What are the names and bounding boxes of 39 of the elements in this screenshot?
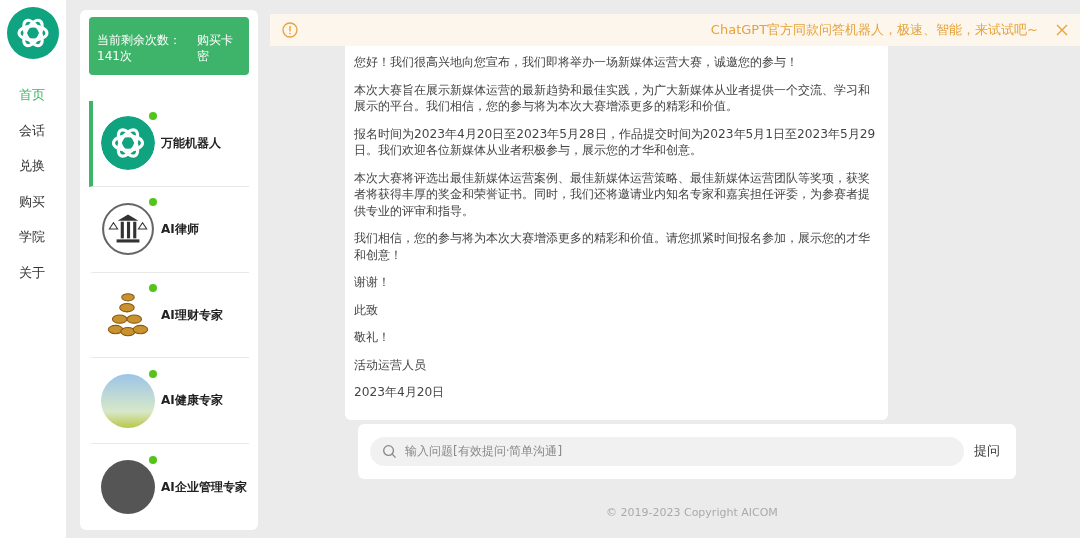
- bot-item[interactable]: AI律师: [89, 186, 249, 273]
- message-paragraph: 报名时间为2023年4月20日至2023年5月28日，作品提交时间为2023年5月1日至2023年5月29日。我们欢迎各位新媒体从业者积极参与，展示您的才华和创意。: [354, 125, 877, 159]
- message-paragraph: 2023年4月20日: [354, 384, 446, 401]
- message-paragraph: 本次大赛旨在展示新媒体运营的最新趋势和最佳实践，为广大新媒体从业者提供一个交流、学习和展示的平台。我们相信，您的参与将为本次大赛增添更多的精彩和价值。: [354, 81, 871, 115]
- bot-name: AI理财专家: [161, 306, 223, 324]
- bot-item[interactable]: AI健康专家: [89, 358, 249, 445]
- close-icon[interactable]: [1056, 24, 1068, 36]
- message-paragraph: 敬礼！: [354, 329, 391, 346]
- message-paragraph: 此致: [354, 301, 379, 318]
- logo-icon: [101, 116, 155, 171]
- nav-item[interactable]: 学院: [19, 219, 45, 255]
- bot-name: 万能机器人: [161, 134, 221, 152]
- photo-placeholder: [101, 373, 155, 428]
- ask-button[interactable]: 提问: [970, 442, 1004, 460]
- bot-name: AI企业管理专家: [161, 478, 247, 496]
- bot-item[interactable]: AI企业管理专家: [89, 444, 249, 530]
- quota-count: 141次: [97, 48, 133, 64]
- message-paragraph: 本次大赛将评选出最佳新媒体运营案例、最佳新媒体运营策略、最佳新媒体运营团队等奖项，获奖者将获得丰厚的奖金和荣誉证书。同时，我们还将邀请业内知名专家和嘉宾担任评委，为参赛者提供专业的评审和指导。: [354, 169, 871, 219]
- bot-name: AI律师: [161, 220, 199, 238]
- bot-item[interactable]: 万能机器人: [89, 101, 249, 187]
- nav-item[interactable]: 关于: [19, 254, 45, 290]
- nav-item[interactable]: 购买: [19, 183, 45, 219]
- bot-item[interactable]: AI理财专家: [89, 272, 249, 359]
- message-paragraph: 我们相信，您的参与将为本次大赛增添更多的精彩和价值。请您抓紧时间报名参加，展示您的才华和创意！: [354, 230, 871, 263]
- notice-text: ChatGPT官方同款问答机器人，极速、智能，来试试吧~: [709, 21, 1038, 39]
- message-paragraph: 您好！我们很高兴地向您宣布，我们即将举办一场新媒体运营大赛，诚邀您的参与！: [354, 54, 799, 71]
- logo-icon: [7, 7, 59, 59]
- copyright-text: © 2019-2023 Copyright AICOM: [606, 505, 778, 519]
- courthouse-icon: [101, 202, 155, 257]
- avatar-placeholder: [101, 460, 155, 515]
- nav-item[interactable]: 会话: [19, 112, 45, 148]
- bot-name: AI健康专家: [161, 392, 223, 410]
- warning-icon: [282, 22, 298, 38]
- message-paragraph: 谢谢！: [354, 274, 391, 291]
- nav-item[interactable]: 兑换: [19, 148, 45, 184]
- quota-label: 当前剩余次数：: [97, 32, 182, 48]
- message-paragraph: 活动运营人员: [354, 356, 427, 373]
- question-field[interactable]: 输入问题[有效提问·简单沟通]: [370, 436, 964, 466]
- search-icon: [382, 443, 397, 459]
